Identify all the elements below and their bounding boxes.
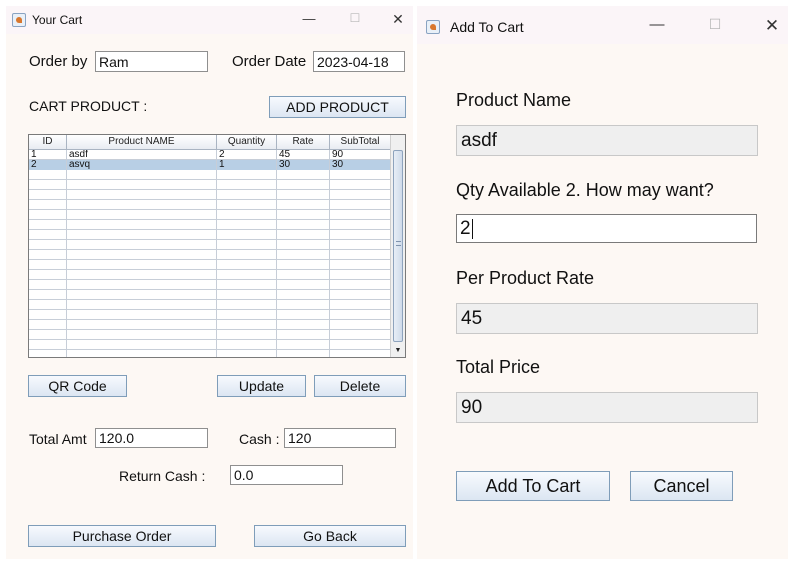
- maximize-icon[interactable]: ☐: [345, 11, 365, 25]
- row-gridline: [29, 249, 391, 250]
- order-date-input[interactable]: [313, 51, 405, 72]
- cancel-button[interactable]: Cancel: [630, 471, 733, 501]
- minimize-icon[interactable]: —: [645, 16, 669, 33]
- table-cell: 1: [219, 160, 225, 170]
- cart-window-title: Your Cart: [32, 13, 83, 27]
- table-column-header[interactable]: Quantity: [217, 135, 277, 150]
- row-gridline: [29, 229, 391, 230]
- column-gridline: [66, 150, 67, 357]
- cash-label: Cash :: [239, 431, 280, 447]
- order-by-input[interactable]: [95, 51, 208, 72]
- order-by-label: Order by: [29, 53, 88, 70]
- table-column-header[interactable]: Rate: [277, 135, 330, 150]
- cart-table[interactable]: ID Product NAME Quantity Rate SubTotal 1 asdf 2…: [28, 134, 406, 358]
- table-cell: asdf: [69, 150, 88, 160]
- row-gridline: [29, 349, 391, 350]
- go-back-button[interactable]: Go Back: [254, 525, 406, 547]
- column-gridline: [216, 150, 217, 357]
- table-cell: 90: [332, 150, 344, 160]
- update-button[interactable]: Update: [217, 375, 306, 397]
- maximize-icon[interactable]: ☐: [703, 16, 727, 33]
- java-app-icon: [12, 13, 26, 27]
- product-name-label: Product Name: [456, 90, 572, 110]
- qr-code-button[interactable]: QR Code: [28, 375, 127, 397]
- cart-titlebar[interactable]: Your Cart — ☐ ✕: [6, 6, 413, 34]
- column-gridline: [276, 150, 277, 357]
- row-gridline: [29, 269, 391, 270]
- row-gridline: [29, 189, 391, 190]
- total-price-value: 90: [456, 392, 758, 423]
- row-gridline: [29, 309, 391, 310]
- table-row[interactable]: 2 asvq 1 30 30: [29, 160, 391, 170]
- total-amt-label: Total Amt: [29, 431, 87, 447]
- table-column-header[interactable]: ID: [29, 135, 67, 150]
- cart-table-grid: ID Product NAME Quantity Rate SubTotal 1 asdf 2…: [29, 135, 391, 357]
- add-titlebar[interactable]: Add To Cart — ☐ ✕: [417, 6, 788, 44]
- java-app-icon: [426, 20, 440, 34]
- scroll-down-arrow-icon[interactable]: ▼: [391, 344, 405, 357]
- row-gridline: [29, 329, 391, 330]
- purchase-order-button[interactable]: Purchase Order: [28, 525, 216, 547]
- row-gridline: [29, 299, 391, 300]
- per-product-rate-label: Per Product Rate: [456, 268, 595, 288]
- minimize-icon[interactable]: —: [299, 11, 319, 26]
- delete-button[interactable]: Delete: [314, 375, 406, 397]
- row-gridline: [29, 179, 391, 180]
- qty-input-value: 2: [460, 218, 471, 239]
- table-cell: asvq: [69, 160, 91, 170]
- table-cell: 1: [31, 150, 37, 160]
- row-gridline: [29, 319, 391, 320]
- rate-value: 45: [456, 303, 758, 334]
- table-cell: 2: [31, 160, 37, 170]
- table-row[interactable]: 1 asdf 2 45 90: [29, 150, 391, 160]
- table-cell: 30: [279, 160, 291, 170]
- close-icon[interactable]: ✕: [760, 16, 784, 36]
- return-cash-label: Return Cash :: [119, 468, 206, 484]
- column-gridline: [329, 150, 330, 357]
- return-cash-input[interactable]: [230, 465, 343, 485]
- text-caret: [471, 218, 473, 239]
- row-gridline: [29, 339, 391, 340]
- qty-input[interactable]: 2: [456, 214, 757, 243]
- row-gridline: [29, 199, 391, 200]
- row-gridline: [29, 279, 391, 280]
- add-to-cart-button[interactable]: Add To Cart: [456, 471, 610, 501]
- row-gridline: [29, 259, 391, 260]
- table-cell: 2: [219, 150, 225, 160]
- total-price-label: Total Price: [456, 357, 541, 377]
- cart-product-label: CART PRODUCT :: [29, 98, 148, 114]
- table-cell: 45: [279, 150, 291, 160]
- scroll-grip-icon: [396, 241, 401, 246]
- table-scrollbar[interactable]: ▲ ▼: [390, 135, 405, 357]
- close-icon[interactable]: ✕: [388, 11, 408, 28]
- table-cell: 30: [332, 160, 344, 170]
- qty-available-label: Qty Available 2. How may want?: [456, 180, 714, 200]
- cash-input[interactable]: [284, 428, 396, 448]
- add-product-button[interactable]: ADD PRODUCT: [269, 96, 406, 118]
- total-amt-input[interactable]: [95, 428, 208, 448]
- scroll-thumb[interactable]: [393, 150, 403, 342]
- product-name-value: asdf: [456, 125, 758, 156]
- table-column-header[interactable]: Product NAME: [67, 135, 217, 150]
- table-column-header[interactable]: SubTotal: [330, 135, 391, 150]
- row-gridline: [29, 289, 391, 290]
- order-date-label: Order Date: [232, 53, 307, 70]
- row-gridline: [29, 219, 391, 220]
- row-gridline: [29, 209, 391, 210]
- row-gridline: [29, 239, 391, 240]
- add-window-title: Add To Cart: [450, 19, 524, 35]
